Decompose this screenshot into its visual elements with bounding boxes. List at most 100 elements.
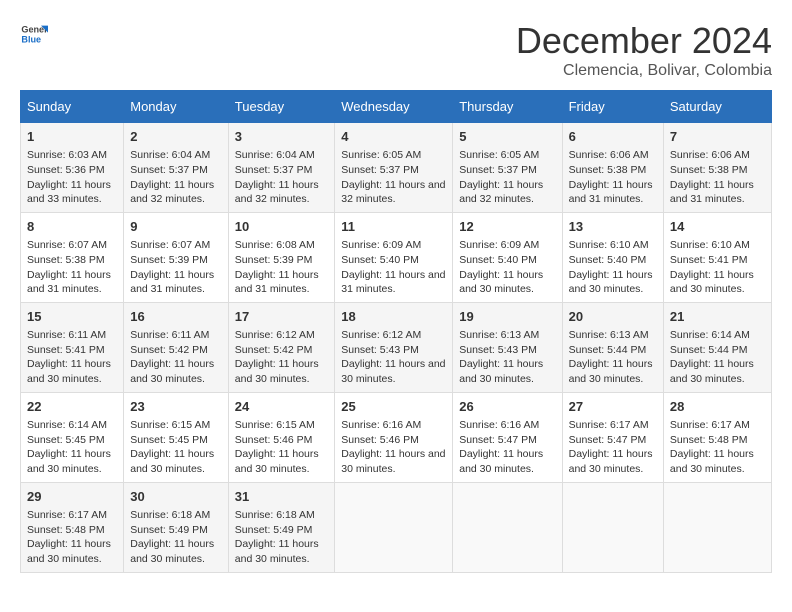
sunset-label: Sunset: 5:36 PM [27, 164, 105, 176]
sunset-label: Sunset: 5:48 PM [27, 524, 105, 536]
header-thursday: Thursday [453, 91, 562, 123]
day-cell-28: 28Sunrise: 6:17 AMSunset: 5:48 PMDayligh… [663, 392, 771, 482]
sunrise-label: Sunrise: 6:08 AM [235, 239, 315, 251]
daylight-label: Daylight: 11 hours and 30 minutes. [130, 538, 214, 565]
daylight-label: Daylight: 11 hours and 31 minutes. [27, 269, 111, 296]
day-number: 6 [569, 128, 657, 146]
day-number: 7 [670, 128, 765, 146]
daylight-label: Daylight: 11 hours and 32 minutes. [235, 179, 319, 206]
header-wednesday: Wednesday [335, 91, 453, 123]
logo-icon: General Blue [20, 20, 48, 48]
sunrise-label: Sunrise: 6:06 AM [569, 149, 649, 161]
day-number: 20 [569, 308, 657, 326]
day-cell-4: 4Sunrise: 6:05 AMSunset: 5:37 PMDaylight… [335, 123, 453, 213]
week-row-5: 29 Sunrise: 6:17 AM Sunset: 5:48 PM Dayligh… [21, 482, 772, 572]
sunset-label: Sunset: 5:37 PM [341, 164, 419, 176]
sunrise-label: Sunrise: 6:12 AM [235, 329, 315, 341]
empty-cell-w4-d3 [335, 482, 453, 572]
sunset-label: Sunset: 5:45 PM [130, 434, 208, 446]
day-cell-7: 7Sunrise: 6:06 AMSunset: 5:38 PMDaylight… [663, 123, 771, 213]
sunset-label: Sunset: 5:40 PM [569, 254, 647, 266]
sunset-label: Sunset: 5:47 PM [459, 434, 537, 446]
sunset-label: Sunset: 5:45 PM [27, 434, 105, 446]
sunset-label: Sunset: 5:41 PM [27, 344, 105, 356]
daylight-label: Daylight: 11 hours and 30 minutes. [670, 358, 754, 385]
daylight-label: Daylight: 11 hours and 30 minutes. [670, 448, 754, 475]
daylight-label: Daylight: 11 hours and 30 minutes. [341, 358, 445, 385]
day-cell-21: 21Sunrise: 6:14 AMSunset: 5:44 PMDayligh… [663, 302, 771, 392]
day-cell-5: 5Sunrise: 6:05 AMSunset: 5:37 PMDaylight… [453, 123, 562, 213]
sunrise-label: Sunrise: 6:09 AM [341, 239, 421, 251]
sunrise-label: Sunrise: 6:15 AM [235, 419, 315, 431]
day-number: 4 [341, 128, 446, 146]
empty-cell-w4-d5 [562, 482, 663, 572]
header-friday: Friday [562, 91, 663, 123]
day-cell-23: 23Sunrise: 6:15 AMSunset: 5:45 PMDayligh… [124, 392, 229, 482]
daylight-label: Daylight: 11 hours and 31 minutes. [341, 269, 445, 296]
day-cell-16: 16Sunrise: 6:11 AMSunset: 5:42 PMDayligh… [124, 302, 229, 392]
daylight-label: Daylight: 11 hours and 31 minutes. [130, 269, 214, 296]
sunrise-label: Sunrise: 6:04 AM [130, 149, 210, 161]
sunrise-label: Sunrise: 6:04 AM [235, 149, 315, 161]
sunrise-label: Sunrise: 6:13 AM [459, 329, 539, 341]
title-area: December 2024 Clemencia, Bolivar, Colomb… [516, 20, 772, 80]
day-cell-30: 30Sunrise: 6:18 AMSunset: 5:49 PMDayligh… [124, 482, 229, 572]
sunset-label: Sunset: 5:42 PM [235, 344, 313, 356]
sunset-label: Sunset: 5:49 PM [235, 524, 313, 536]
sunrise-label: Sunrise: 6:05 AM [341, 149, 421, 161]
sunrise-label: Sunrise: 6:16 AM [341, 419, 421, 431]
daylight-label: Daylight: 11 hours and 30 minutes. [569, 358, 653, 385]
day-number: 5 [459, 128, 555, 146]
sunset-label: Sunset: 5:38 PM [27, 254, 105, 266]
header-monday: Monday [124, 91, 229, 123]
sunrise-label: Sunrise: 6:10 AM [569, 239, 649, 251]
empty-cell-w4-d6 [663, 482, 771, 572]
day-cell-24: 24Sunrise: 6:15 AMSunset: 5:46 PMDayligh… [228, 392, 334, 482]
sunrise-label: Sunrise: 6:17 AM [27, 509, 107, 521]
day-number: 1 [27, 128, 117, 146]
daylight-label: Daylight: 11 hours and 30 minutes. [27, 358, 111, 385]
day-number: 14 [670, 218, 765, 236]
day-cell-6: 6Sunrise: 6:06 AMSunset: 5:38 PMDaylight… [562, 123, 663, 213]
daylight-label: Daylight: 11 hours and 30 minutes. [27, 448, 111, 475]
day-cell-11: 11Sunrise: 6:09 AMSunset: 5:40 PMDayligh… [335, 212, 453, 302]
day-cell-29: 29 Sunrise: 6:17 AM Sunset: 5:48 PM Dayligh… [21, 482, 124, 572]
daylight-label: Daylight: 11 hours and 30 minutes. [235, 538, 319, 565]
sunrise-label: Sunrise: 6:13 AM [569, 329, 649, 341]
calendar-header-row: Sunday Monday Tuesday Wednesday Thursday… [21, 91, 772, 123]
day-number: 9 [130, 218, 222, 236]
day-cell-1: 1Sunrise: 6:03 AMSunset: 5:36 PMDaylight… [21, 123, 124, 213]
sunset-label: Sunset: 5:39 PM [130, 254, 208, 266]
day-number: 18 [341, 308, 446, 326]
daylight-label: Daylight: 11 hours and 30 minutes. [569, 269, 653, 296]
daylight-label: Daylight: 11 hours and 31 minutes. [569, 179, 653, 206]
day-cell-18: 18Sunrise: 6:12 AMSunset: 5:43 PMDayligh… [335, 302, 453, 392]
week-row-2: 8Sunrise: 6:07 AMSunset: 5:38 PMDaylight… [21, 212, 772, 302]
day-number: 24 [235, 398, 328, 416]
location-subtitle: Clemencia, Bolivar, Colombia [516, 62, 772, 80]
day-number: 10 [235, 218, 328, 236]
day-cell-31: 31Sunrise: 6:18 AMSunset: 5:49 PMDayligh… [228, 482, 334, 572]
page-header: General Blue December 2024 Clemencia, Bo… [20, 20, 772, 80]
daylight-label: Daylight: 11 hours and 30 minutes. [27, 538, 111, 565]
day-cell-8: 8Sunrise: 6:07 AMSunset: 5:38 PMDaylight… [21, 212, 124, 302]
header-tuesday: Tuesday [228, 91, 334, 123]
daylight-label: Daylight: 11 hours and 32 minutes. [130, 179, 214, 206]
day-number: 22 [27, 398, 117, 416]
sunset-label: Sunset: 5:37 PM [235, 164, 313, 176]
header-saturday: Saturday [663, 91, 771, 123]
day-number: 12 [459, 218, 555, 236]
day-number: 29 [27, 488, 117, 506]
month-title: December 2024 [516, 20, 772, 62]
sunset-label: Sunset: 5:44 PM [569, 344, 647, 356]
daylight-label: Daylight: 11 hours and 30 minutes. [459, 269, 543, 296]
daylight-label: Daylight: 11 hours and 30 minutes. [130, 358, 214, 385]
daylight-label: Daylight: 11 hours and 30 minutes. [235, 448, 319, 475]
sunrise-label: Sunrise: 6:07 AM [27, 239, 107, 251]
sunrise-label: Sunrise: 6:09 AM [459, 239, 539, 251]
sunrise-label: Sunrise: 6:03 AM [27, 149, 107, 161]
day-number: 31 [235, 488, 328, 506]
day-cell-22: 22Sunrise: 6:14 AMSunset: 5:45 PMDayligh… [21, 392, 124, 482]
sunset-label: Sunset: 5:40 PM [341, 254, 419, 266]
daylight-label: Daylight: 11 hours and 30 minutes. [569, 448, 653, 475]
